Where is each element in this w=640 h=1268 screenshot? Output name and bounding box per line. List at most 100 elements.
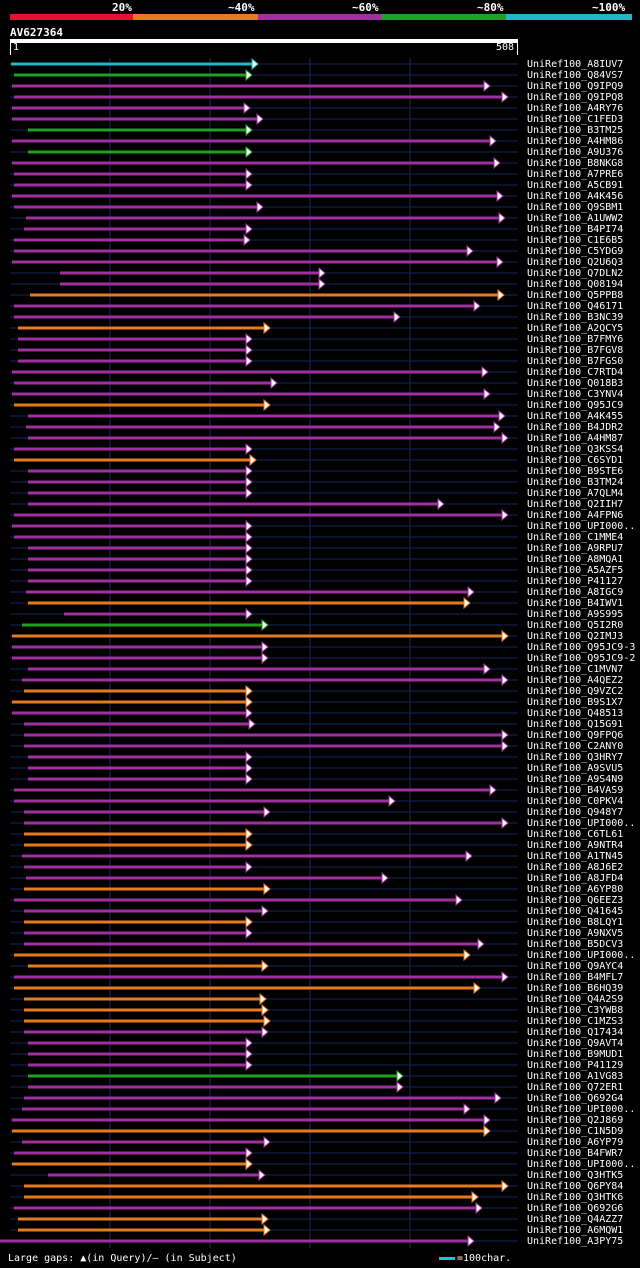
hit-name[interactable]: UniRef100_C3YNV4 xyxy=(527,389,623,400)
hit-name[interactable]: UniRef100_A5CB91 xyxy=(527,180,623,191)
hit-name[interactable]: UniRef100_Q9SBM1 xyxy=(527,202,623,213)
hit-name[interactable]: UniRef100_B9MUD1 xyxy=(527,1049,623,1060)
hit-name[interactable]: UniRef100_Q46171 xyxy=(527,301,623,312)
hit-name[interactable]: UniRef100_UPI000.. xyxy=(527,521,635,532)
hit-name[interactable]: UniRef100_Q3HRY7 xyxy=(527,752,623,763)
hit-name[interactable]: UniRef100_A4RY76 xyxy=(527,103,623,114)
hit-name[interactable]: UniRef100_B8NKG8 xyxy=(527,158,623,169)
hit-name[interactable]: UniRef100_B8LQY1 xyxy=(527,917,623,928)
hit-name[interactable]: UniRef100_C6SYD1 xyxy=(527,455,623,466)
hit-name[interactable]: UniRef100_B4VAS9 xyxy=(527,785,623,796)
hit-name[interactable]: UniRef100_B5DCV3 xyxy=(527,939,623,950)
hit-name[interactable]: UniRef100_Q4A2S9 xyxy=(527,994,623,1005)
hit-name[interactable]: UniRef100_Q95JC9-2 xyxy=(527,653,635,664)
hit-name[interactable]: UniRef100_B4FWR7 xyxy=(527,1148,623,1159)
hit-name[interactable]: UniRef100_B3TM24 xyxy=(527,477,623,488)
hit-name[interactable]: UniRef100_C1FED3 xyxy=(527,114,623,125)
hit-name[interactable]: UniRef100_A8J6E2 xyxy=(527,862,623,873)
hit-name[interactable]: UniRef100_Q48513 xyxy=(527,708,623,719)
hit-name[interactable]: UniRef100_A8IUV7 xyxy=(527,59,623,70)
hit-name[interactable]: UniRef100_C5YDG9 xyxy=(527,246,623,257)
hit-name[interactable]: UniRef100_B3NC39 xyxy=(527,312,623,323)
hit-name[interactable]: UniRef100_Q95JC9-3 xyxy=(527,642,635,653)
hit-name[interactable]: UniRef100_A6MQW1 xyxy=(527,1225,623,1236)
hit-name[interactable]: UniRef100_A4QEZ2 xyxy=(527,675,623,686)
hit-name[interactable]: UniRef100_Q9VZC2 xyxy=(527,686,623,697)
hit-name[interactable]: UniRef100_C6TL61 xyxy=(527,829,623,840)
hit-name[interactable]: UniRef100_B3TM25 xyxy=(527,125,623,136)
hit-name[interactable]: UniRef100_A9U376 xyxy=(527,147,623,158)
hit-name[interactable]: UniRef100_Q9AYC4 xyxy=(527,961,623,972)
hit-name[interactable]: UniRef100_A1UWW2 xyxy=(527,213,623,224)
hit-name[interactable]: UniRef100_A4HM87 xyxy=(527,433,623,444)
hit-name[interactable]: UniRef100_B9S1X7 xyxy=(527,697,623,708)
hit-name[interactable]: UniRef100_C1MVN7 xyxy=(527,664,623,675)
hit-name[interactable]: UniRef100_A9NXV5 xyxy=(527,928,623,939)
hit-name[interactable]: UniRef100_Q3HTK6 xyxy=(527,1192,623,1203)
hit-name[interactable]: UniRef100_Q5I2R0 xyxy=(527,620,623,631)
hit-name[interactable]: UniRef100_C0PKV4 xyxy=(527,796,623,807)
hit-name[interactable]: UniRef100_B7FGS0 xyxy=(527,356,623,367)
hit-name[interactable]: UniRef100_B7FMY6 xyxy=(527,334,623,345)
hit-name[interactable]: UniRef100_A9S4N9 xyxy=(527,774,623,785)
hit-name[interactable]: UniRef100_A4HM86 xyxy=(527,136,623,147)
hit-name[interactable]: UniRef100_A9RPU7 xyxy=(527,543,623,554)
hit-name[interactable]: UniRef100_Q9IPQ8 xyxy=(527,92,623,103)
hit-name[interactable]: UniRef100_A6YP79 xyxy=(527,1137,623,1148)
hit-name[interactable]: UniRef100_UPI000.. xyxy=(527,1159,635,1170)
hit-name[interactable]: UniRef100_A1TN45 xyxy=(527,851,623,862)
hit-name[interactable]: UniRef100_UPI000.. xyxy=(527,1104,635,1115)
hit-name[interactable]: UniRef100_B4IWV1 xyxy=(527,598,623,609)
hit-name[interactable]: UniRef100_C7RTD4 xyxy=(527,367,623,378)
hit-name[interactable]: UniRef100_Q692G4 xyxy=(527,1093,623,1104)
hit-name[interactable]: UniRef100_Q6EEZ3 xyxy=(527,895,623,906)
hit-name[interactable]: UniRef100_Q018B3 xyxy=(527,378,623,389)
hit-name[interactable]: UniRef100_A6YP80 xyxy=(527,884,623,895)
hit-name[interactable]: UniRef100_B6HQ39 xyxy=(527,983,623,994)
hit-name[interactable]: UniRef100_Q2J869 xyxy=(527,1115,623,1126)
hit-name[interactable]: UniRef100_A5AZF5 xyxy=(527,565,623,576)
hit-name[interactable]: UniRef100_B4PI74 xyxy=(527,224,623,235)
hit-name[interactable]: UniRef100_Q9AVT4 xyxy=(527,1038,623,1049)
hit-name[interactable]: UniRef100_Q9IPQ9 xyxy=(527,81,623,92)
hit-name[interactable]: UniRef100_C2ANY0 xyxy=(527,741,623,752)
hit-name[interactable]: UniRef100_P41129 xyxy=(527,1060,623,1071)
hit-name[interactable]: UniRef100_A2QCY5 xyxy=(527,323,623,334)
hit-name[interactable]: UniRef100_Q95JC9 xyxy=(527,400,623,411)
hit-name[interactable]: UniRef100_A4K456 xyxy=(527,191,623,202)
hit-name[interactable]: UniRef100_B9STE6 xyxy=(527,466,623,477)
hit-name[interactable]: UniRef100_B4JDR2 xyxy=(527,422,623,433)
hit-name[interactable]: UniRef100_Q3KSS4 xyxy=(527,444,623,455)
hit-name[interactable]: UniRef100_Q6PY84 xyxy=(527,1181,623,1192)
hit-name[interactable]: UniRef100_A8IGC9 xyxy=(527,587,623,598)
hit-name[interactable]: UniRef100_A1VG83 xyxy=(527,1071,623,1082)
hit-name[interactable]: UniRef100_Q2U6Q3 xyxy=(527,257,623,268)
hit-name[interactable]: UniRef100_A8MQA1 xyxy=(527,554,623,565)
hit-name[interactable]: UniRef100_Q15G91 xyxy=(527,719,623,730)
hit-name[interactable]: UniRef100_Q5PPB8 xyxy=(527,290,623,301)
hit-name[interactable]: UniRef100_A9NTR4 xyxy=(527,840,623,851)
hit-name[interactable]: UniRef100_Q7DLN2 xyxy=(527,268,623,279)
hit-name[interactable]: UniRef100_A8JFD4 xyxy=(527,873,623,884)
hit-name[interactable]: UniRef100_B7FGV8 xyxy=(527,345,623,356)
hit-name[interactable]: UniRef100_Q72ER1 xyxy=(527,1082,623,1093)
hit-name[interactable]: UniRef100_C1MZS3 xyxy=(527,1016,623,1027)
hit-name[interactable]: UniRef100_Q41645 xyxy=(527,906,623,917)
hit-name[interactable]: UniRef100_B4MFL7 xyxy=(527,972,623,983)
hit-name[interactable]: UniRef100_A4FPN6 xyxy=(527,510,623,521)
hit-name[interactable]: UniRef100_UPI000.. xyxy=(527,950,635,961)
hit-name[interactable]: UniRef100_P41127 xyxy=(527,576,623,587)
hit-name[interactable]: UniRef100_Q17434 xyxy=(527,1027,623,1038)
hit-name[interactable]: UniRef100_A9S995 xyxy=(527,609,623,620)
hit-name[interactable]: UniRef100_C1MME4 xyxy=(527,532,623,543)
hit-name[interactable]: UniRef100_Q2IIH7 xyxy=(527,499,623,510)
hit-name[interactable]: UniRef100_Q3HTK5 xyxy=(527,1170,623,1181)
hit-name[interactable]: UniRef100_Q4AZZ7 xyxy=(527,1214,623,1225)
hit-name[interactable]: UniRef100_Q2IMJ3 xyxy=(527,631,623,642)
hit-name[interactable]: UniRef100_C1N5D9 xyxy=(527,1126,623,1137)
hit-name[interactable]: UniRef100_Q9FPQ6 xyxy=(527,730,623,741)
hit-name[interactable]: UniRef100_A9SVU5 xyxy=(527,763,623,774)
hit-name[interactable]: UniRef100_A4K455 xyxy=(527,411,623,422)
hit-name[interactable]: UniRef100_C3YWB8 xyxy=(527,1005,623,1016)
hit-name[interactable]: UniRef100_C1E6B5 xyxy=(527,235,623,246)
